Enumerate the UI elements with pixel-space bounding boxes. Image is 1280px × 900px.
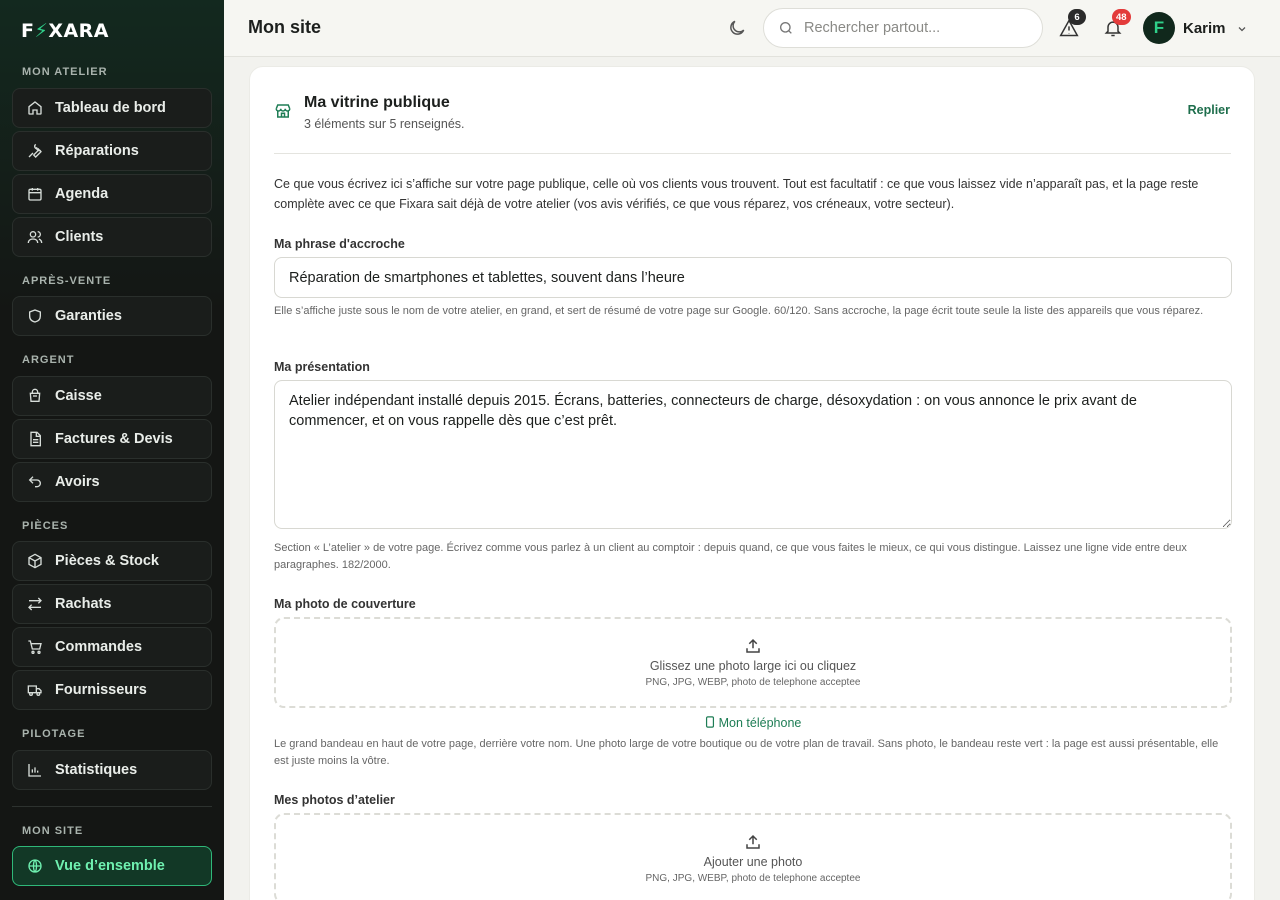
home-icon [27, 100, 43, 116]
chevron-down-icon [1236, 22, 1248, 34]
intro-text: Ce que vous écrivez ici s’affiche sur vo… [274, 177, 1199, 211]
sidebar-item-label: Vue d’ensemble [55, 858, 165, 874]
sidebar-item-pieces-stock[interactable]: Pièces & Stock [12, 541, 212, 581]
sidebar-item-tableau-de-bord[interactable]: Tableau de bord [12, 88, 212, 128]
cover-photo-help: Le grand bandeau en haut de votre page, … [274, 738, 1219, 767]
swap-icon [27, 596, 43, 612]
calendar-icon [27, 186, 43, 202]
card-divider [274, 153, 1231, 154]
cover-photo-dropzone[interactable]: Glissez une photo large ici ou cliquez P… [274, 617, 1232, 708]
shield-icon [27, 308, 43, 324]
dropzone-hint: PNG, JPG, WEBP, photo de telephone accep… [645, 677, 861, 688]
collapse-button[interactable]: Replier [1188, 103, 1230, 117]
users-icon [27, 229, 43, 245]
cash-register-icon [27, 388, 43, 404]
sidebar-item-label: Rachats [55, 596, 112, 612]
upload-icon [744, 833, 762, 851]
truck-icon [27, 682, 43, 698]
wrench-icon [27, 143, 43, 159]
sidebar-item-rachats[interactable]: Rachats [12, 584, 212, 624]
search-input[interactable] [804, 20, 1024, 36]
phone-icon [705, 716, 715, 728]
dropzone-text: Ajouter une photo [703, 855, 803, 869]
notifications-button[interactable]: 48 [1103, 9, 1131, 38]
notifications-badge: 48 [1112, 9, 1131, 25]
sidebar-item-label: Réparations [55, 143, 139, 159]
sidebar-item-statistiques[interactable]: Statistiques [12, 750, 212, 790]
phone-link-label: Mon téléphone [718, 716, 802, 730]
search-icon [778, 20, 794, 36]
section-title-mon-site: MON SITE [22, 825, 84, 837]
undo-icon [27, 474, 43, 490]
app-logo[interactable]: F⚡XARA [21, 20, 109, 42]
tagline-input[interactable] [274, 257, 1232, 298]
sidebar-item-fournisseurs[interactable]: Fournisseurs [12, 670, 212, 710]
dropzone-text: Glissez une photo large ici ou cliquez [649, 659, 857, 673]
sidebar-divider [12, 806, 212, 807]
sidebar-item-label: Garanties [55, 308, 122, 324]
user-menu[interactable]: F Karim [1143, 12, 1248, 44]
avatar: F [1143, 12, 1175, 44]
sidebar-item-label: Factures & Devis [55, 431, 173, 447]
sidebar-item-label: Tableau de bord [55, 100, 166, 116]
tagline-label: Ma phrase d'accroche [274, 237, 405, 251]
section-title-apres-vente: APRÈS-VENTE [22, 275, 112, 287]
workshop-photos-label: Mes photos d’atelier [274, 793, 395, 807]
sidebar: F⚡XARA MON ATELIER Tableau de bord Répar… [0, 0, 224, 900]
top-header: Mon site 6 48 F Karim [224, 0, 1280, 57]
sidebar-item-label: Agenda [55, 186, 109, 202]
public-showcase-card: Ma vitrine publique 3 éléments sur 5 ren… [249, 66, 1255, 900]
upload-icon [744, 637, 762, 655]
sidebar-item-garanties[interactable]: Garanties [12, 296, 212, 336]
logo-text-end: XARA [48, 20, 110, 42]
sidebar-item-label: Avoirs [55, 474, 100, 490]
phone-upload-link[interactable]: Mon téléphone [250, 716, 1256, 730]
card-title: Ma vitrine publique [304, 94, 450, 111]
dropzone-hint: PNG, JPG, WEBP, photo de telephone accep… [645, 873, 861, 884]
sidebar-item-reparations[interactable]: Réparations [12, 131, 212, 171]
section-title-argent: ARGENT [22, 354, 75, 366]
alerts-button[interactable]: 6 [1059, 9, 1086, 38]
package-icon [27, 553, 43, 569]
sidebar-item-label: Fournisseurs [55, 682, 147, 698]
sidebar-item-label: Caisse [55, 388, 102, 404]
presentation-textarea[interactable]: Atelier indépendant installé depuis 2015… [274, 380, 1232, 529]
bar-chart-icon [27, 762, 43, 778]
bell-icon [1103, 21, 1123, 42]
globe-icon [27, 858, 43, 874]
moon-icon[interactable] [727, 18, 747, 38]
card-subtitle: 3 éléments sur 5 renseignés. [304, 117, 465, 131]
tagline-help: Elle s’affiche juste sous le nom de votr… [274, 305, 1204, 317]
warning-icon [1059, 18, 1079, 42]
sidebar-item-vue-ensemble[interactable]: Vue d’ensemble [12, 846, 212, 886]
section-title-pilotage: PILOTAGE [22, 728, 86, 740]
page-title: Mon site [248, 17, 322, 37]
presentation-label: Ma présentation [274, 360, 370, 374]
sidebar-item-commandes[interactable]: Commandes [12, 627, 212, 667]
cart-icon [27, 639, 43, 655]
alerts-badge: 6 [1068, 9, 1086, 25]
bolt-icon: ⚡ [34, 20, 49, 42]
sidebar-item-label: Commandes [55, 639, 143, 655]
user-name: Karim [1183, 19, 1226, 37]
sidebar-item-clients[interactable]: Clients [12, 217, 212, 257]
sidebar-item-avoirs[interactable]: Avoirs [12, 462, 212, 502]
sidebar-item-agenda[interactable]: Agenda [12, 174, 212, 214]
storefront-icon [274, 102, 292, 120]
search-bar[interactable] [763, 8, 1043, 48]
workshop-photos-dropzone[interactable]: Ajouter une photo PNG, JPG, WEBP, photo … [274, 813, 1232, 900]
section-title-pieces: PIÈCES [22, 520, 69, 532]
logo-text-start: F [21, 20, 35, 42]
document-icon [27, 431, 43, 447]
sidebar-item-label: Statistiques [55, 762, 138, 778]
cover-photo-label: Ma photo de couverture [274, 597, 416, 611]
presentation-help: Section « L’atelier » de votre page. Écr… [274, 542, 1187, 571]
sidebar-item-caisse[interactable]: Caisse [12, 376, 212, 416]
sidebar-item-label: Pièces & Stock [55, 553, 159, 569]
sidebar-item-label: Clients [55, 229, 104, 245]
section-title-mon-atelier: MON ATELIER [22, 66, 108, 78]
sidebar-item-factures-devis[interactable]: Factures & Devis [12, 419, 212, 459]
